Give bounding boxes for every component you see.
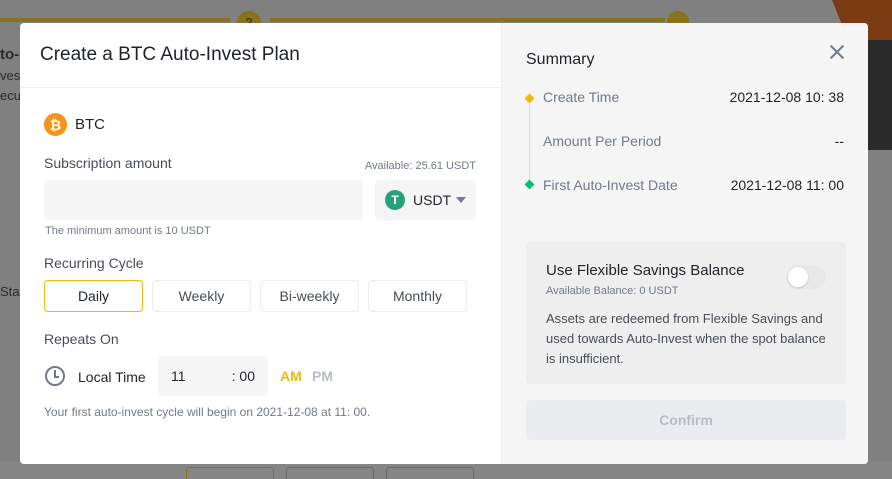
subscription-amount-input[interactable] (44, 180, 363, 220)
currency-label: USDT (413, 192, 452, 208)
repeats-on-label: Repeats On (44, 331, 119, 347)
create-time-value: 2021-12-08 10: 38 (729, 89, 844, 105)
bg-bottom-button (286, 467, 374, 479)
bg-text-line: Sta (0, 284, 20, 299)
flexible-savings-description: Assets are redeemed from Flexible Saving… (546, 311, 826, 366)
first-auto-invest-date-label: First Auto-Invest Date (543, 177, 678, 193)
subscription-amount-label: Subscription amount (44, 155, 172, 171)
summary-panel: Summary Create Time 2021-12-08 10: 38 Am… (501, 23, 868, 464)
amount-per-period-value: -- (834, 133, 844, 149)
first-cycle-note: Your first auto-invest cycle will begin … (44, 405, 371, 419)
amount-per-period-label: Amount Per Period (543, 133, 662, 149)
close-icon[interactable] (828, 43, 846, 61)
coin-row: ₿ BTC (44, 113, 105, 136)
bg-heading: to- (0, 46, 20, 63)
caret-down-icon (456, 197, 466, 203)
create-time-label: Create Time (543, 89, 620, 105)
recurring-cycle-label: Recurring Cycle (44, 255, 144, 271)
bitcoin-icon: ₿ (44, 113, 67, 136)
modal-title: Create a BTC Auto-Invest Plan (40, 44, 300, 65)
bg-bottom-button (186, 467, 274, 479)
bg-text-line: ves (0, 68, 21, 83)
title-divider (20, 87, 501, 88)
timeline-line (529, 103, 530, 187)
am-toggle[interactable]: AM (280, 368, 302, 384)
toggle-knob (788, 267, 808, 287)
flexible-savings-title: Use Flexible Savings Balance (546, 262, 745, 279)
create-time-dot (524, 93, 535, 104)
pm-toggle[interactable]: PM (312, 368, 333, 384)
cycle-daily-button[interactable]: Daily (44, 280, 143, 312)
tether-icon: T (385, 190, 405, 210)
bg-text-line: ecu (0, 88, 21, 103)
first-auto-invest-date-value: 2021-12-08 11: 00 (730, 177, 844, 193)
first-date-dot (524, 179, 535, 190)
auto-invest-modal: Create a BTC Auto-Invest Plan ₿ BTC Subs… (20, 23, 868, 464)
coin-name: BTC (75, 116, 105, 133)
local-time-label: Local Time (78, 369, 146, 385)
progress-bar-left (0, 18, 230, 22)
available-balance: Available: 25.61 USDT (364, 160, 476, 172)
flexible-savings-card: Use Flexible Savings Balance Available B… (526, 242, 846, 384)
plan-form-panel: Create a BTC Auto-Invest Plan ₿ BTC Subs… (20, 23, 501, 464)
hour-value[interactable]: 11 (171, 368, 186, 384)
currency-select[interactable]: T USDT (375, 180, 476, 220)
summary-title: Summary (526, 51, 595, 68)
confirm-button[interactable]: Confirm (526, 400, 846, 440)
minute-value[interactable]: : 00 (232, 368, 255, 384)
cycle-weekly-button[interactable]: Weekly (152, 280, 251, 312)
flexible-available-balance: Available Balance: 0 USDT (546, 285, 679, 297)
time-picker[interactable]: 11 : 00 (158, 356, 268, 396)
progress-bar-right (270, 18, 665, 22)
minimum-amount-note: The minimum amount is 10 USDT (45, 225, 211, 237)
cycle-biweekly-button[interactable]: Bi-weekly (260, 280, 359, 312)
bg-bottom-button (386, 467, 474, 479)
cycle-monthly-button[interactable]: Monthly (368, 280, 467, 312)
clock-icon (45, 366, 65, 386)
flexible-savings-toggle[interactable] (786, 265, 826, 289)
